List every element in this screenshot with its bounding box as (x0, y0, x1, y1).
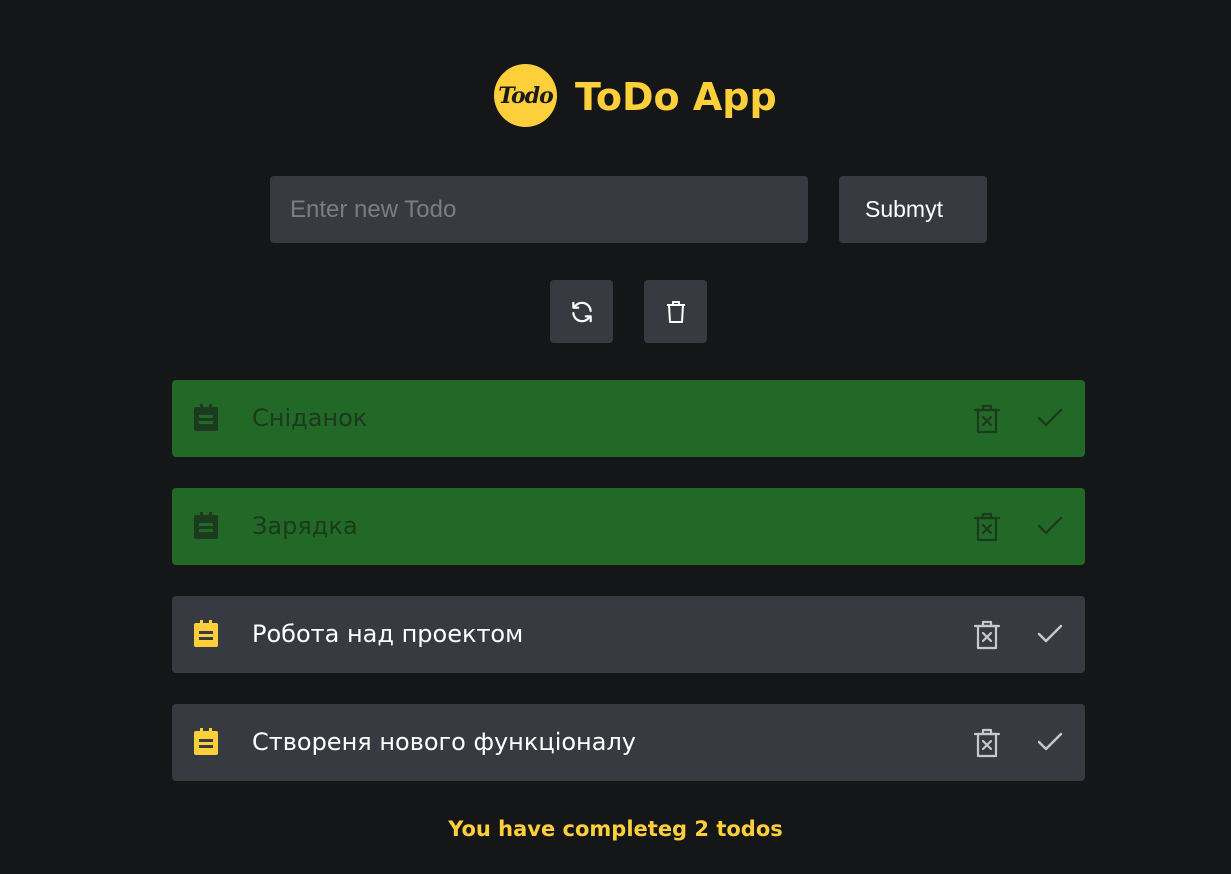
logo-text: Todo (498, 82, 554, 109)
todo-item[interactable]: Робота над проектом (172, 596, 1085, 673)
refresh-icon (571, 301, 592, 322)
completed-status: You have completeg 2 todos (448, 817, 783, 841)
todo-item[interactable]: Створеня нового функціоналу (172, 704, 1085, 781)
todo-text: Зарядка (252, 512, 358, 540)
todo-text: Створеня нового функціоналу (252, 728, 636, 756)
page-title: ToDo App (575, 75, 777, 119)
delete-todo-icon[interactable] (973, 620, 1001, 650)
app-header: Todo ToDo App (0, 0, 1231, 150)
delete-todo-icon[interactable] (973, 512, 1001, 542)
note-icon (194, 404, 218, 431)
todo-item[interactable]: Зарядка (172, 488, 1085, 565)
note-icon (194, 728, 218, 755)
note-icon (194, 512, 218, 539)
new-todo-input[interactable] (270, 176, 808, 243)
clear-all-button[interactable] (644, 280, 707, 343)
complete-todo-icon[interactable] (1036, 623, 1064, 645)
note-icon (194, 620, 218, 647)
todo-item[interactable]: Сніданок (172, 380, 1085, 457)
delete-todo-icon[interactable] (973, 728, 1001, 758)
complete-todo-icon[interactable] (1036, 731, 1064, 753)
complete-todo-icon[interactable] (1036, 407, 1064, 429)
todo-text: Сніданок (252, 404, 368, 432)
trash-icon (666, 300, 685, 323)
todo-text: Робота над проектом (252, 620, 524, 648)
refresh-button[interactable] (550, 280, 613, 343)
app-logo: Todo (494, 64, 557, 127)
delete-todo-icon[interactable] (973, 404, 1001, 434)
submit-button[interactable]: Submyt (839, 176, 987, 243)
complete-todo-icon[interactable] (1036, 515, 1064, 537)
